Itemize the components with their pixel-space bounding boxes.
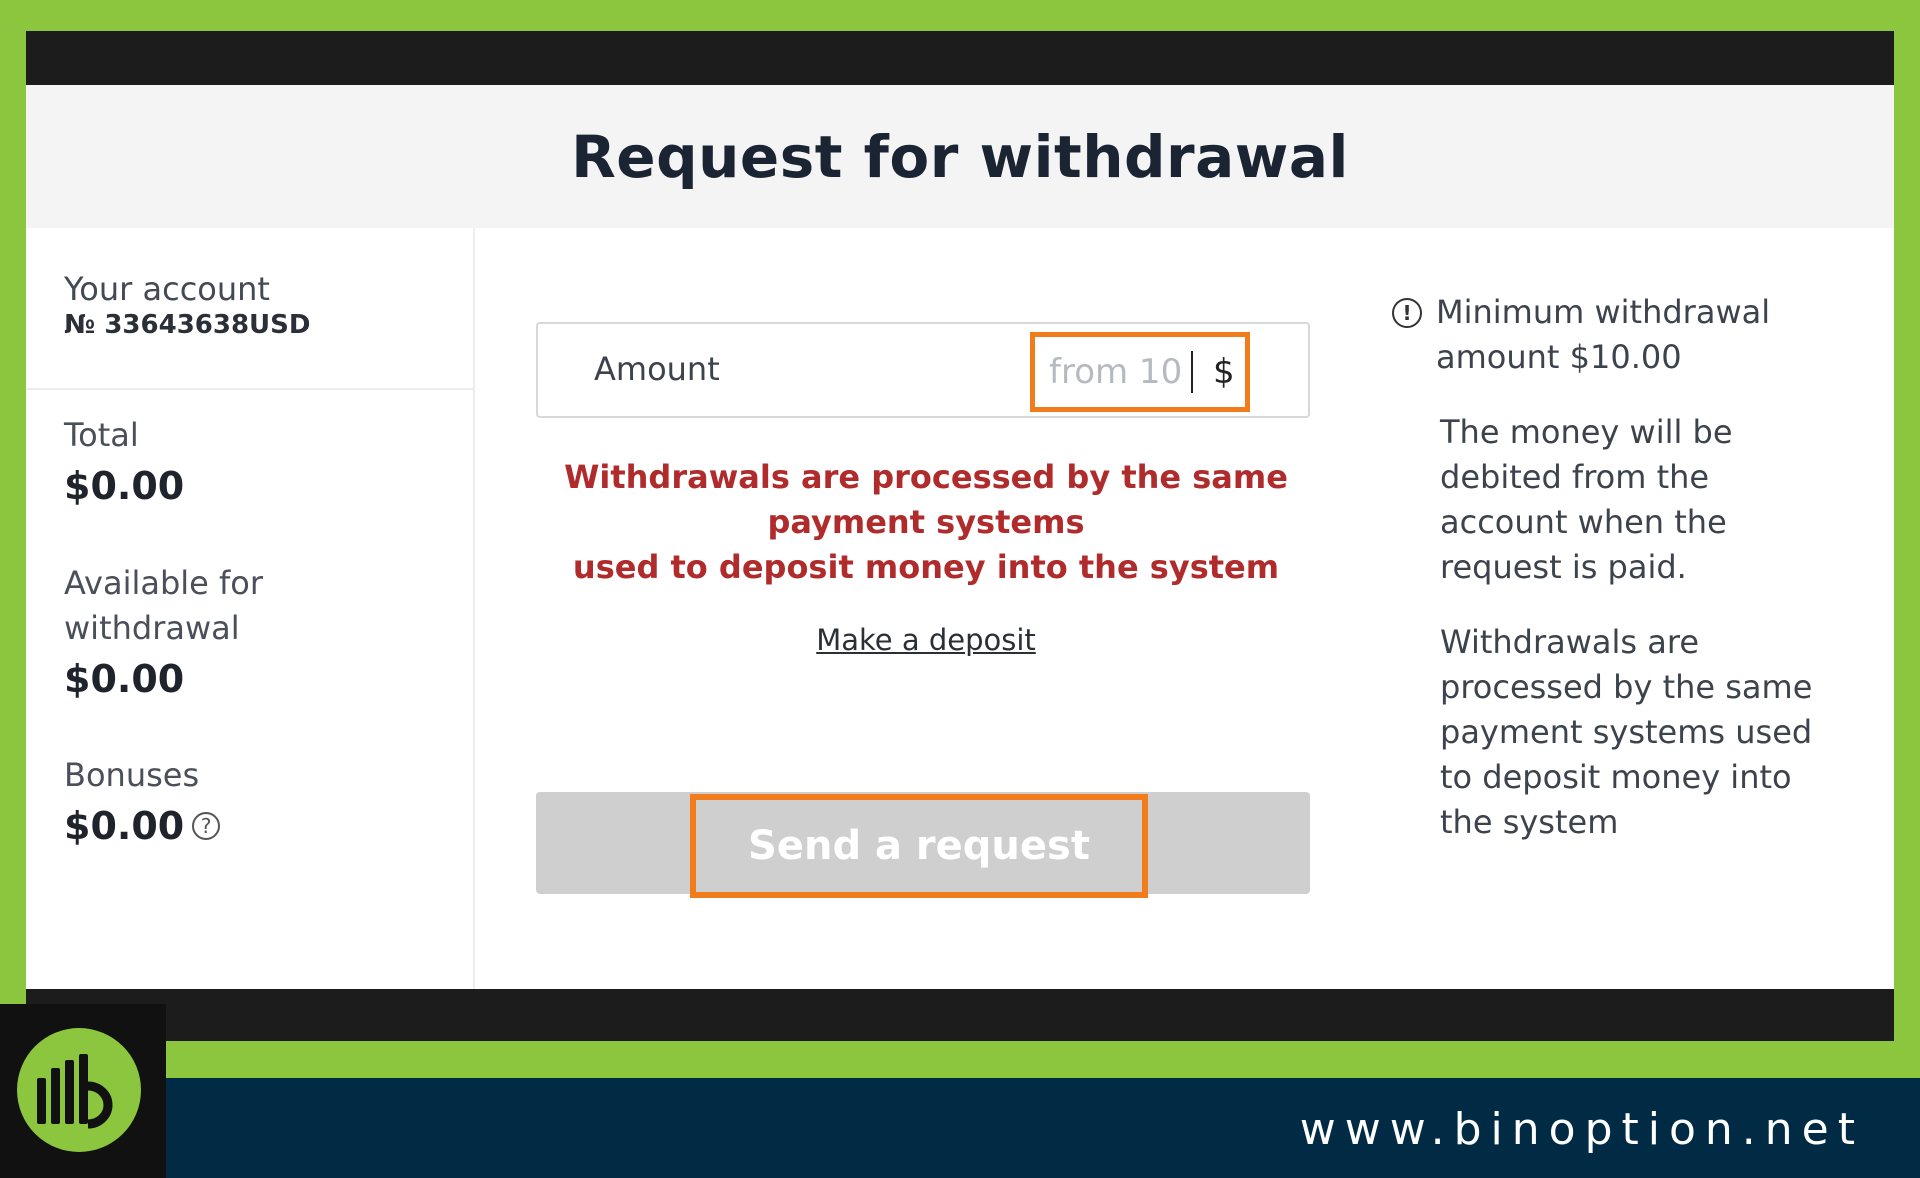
account-number: № 33643638USD <box>64 310 311 340</box>
debit-note: The money will be debited from the accou… <box>1440 410 1832 590</box>
bonuses-value: $0.00 ? <box>64 798 221 854</box>
min-withdrawal-text: Minimum withdrawal amount $10.00 <box>1436 290 1770 380</box>
min-withdrawal-note: ! Minimum withdrawal amount $10.00 <box>1392 290 1832 380</box>
available-stat: Available for withdrawal $0.00 <box>64 561 263 707</box>
available-label-line1: Available for <box>64 564 264 602</box>
bonuses-label: Bonuses <box>64 756 200 794</box>
exclamation-icon: ! <box>1392 298 1422 328</box>
available-label-line2: withdrawal <box>64 609 240 647</box>
total-label: Total <box>64 416 139 454</box>
sidebar-divider <box>26 388 473 390</box>
currency-symbol: $ <box>1213 352 1235 392</box>
amount-input-highlight: $ <box>1030 332 1250 412</box>
panel-header: Request for withdrawal <box>26 85 1894 228</box>
top-black-strip <box>26 31 1894 85</box>
withdrawal-panel: Request for withdrawal Your account № 33… <box>26 85 1894 989</box>
bonuses-stat: Bonuses $0.00 ? <box>64 753 221 854</box>
info-line: the system <box>1440 803 1619 841</box>
account-label: Your account <box>64 270 270 308</box>
text-caret <box>1191 351 1193 393</box>
account-block: Your account № 33643638USD <box>64 270 310 340</box>
info-line: The money will be <box>1440 413 1733 451</box>
total-stat: Total $0.00 <box>64 413 184 514</box>
total-amount: $0.00 <box>64 464 185 508</box>
info-column: ! Minimum withdrawal amount $10.00 The m… <box>1392 290 1832 845</box>
amount-label: Amount <box>594 350 720 388</box>
info-line: processed by the same <box>1440 668 1813 706</box>
info-line: Minimum withdrawal <box>1436 293 1771 331</box>
info-line: Withdrawals are <box>1440 623 1699 661</box>
bottom-black-strip <box>26 989 1894 1041</box>
available-value: $0.00 <box>64 651 263 707</box>
warning-line: payment systems <box>767 503 1085 541</box>
warning-line: used to deposit money into the system <box>572 548 1280 586</box>
send-request-button[interactable]: Send a request <box>690 794 1148 898</box>
amount-field-box: Amount $ <box>536 322 1310 418</box>
available-amount: $0.00 <box>64 657 185 701</box>
payment-system-warning: Withdrawals are processed by the same pa… <box>546 455 1306 590</box>
page-title: Request for withdrawal <box>571 122 1349 191</box>
make-deposit-link[interactable]: Make a deposit <box>546 623 1306 657</box>
binoption-logo-icon <box>17 1028 141 1152</box>
bonuses-amount: $0.00 <box>64 804 185 848</box>
account-sidebar: Your account № 33643638USD Total $0.00 A… <box>26 228 475 989</box>
processing-note: Withdrawals are processed by the same pa… <box>1440 620 1832 845</box>
info-line: payment systems used <box>1440 713 1813 751</box>
total-value: $0.00 <box>64 458 184 514</box>
site-url: www.binoption.net <box>1299 1104 1864 1155</box>
warning-line: Withdrawals are processed by the same <box>564 458 1288 496</box>
info-line: request is paid. <box>1440 548 1687 586</box>
info-line: amount $10.00 <box>1436 338 1682 376</box>
info-line: to deposit money into <box>1440 758 1792 796</box>
info-line: account when the <box>1440 503 1727 541</box>
info-line: debited from the <box>1440 458 1710 496</box>
logo-bars-icon <box>37 1054 113 1129</box>
help-icon[interactable]: ? <box>192 812 221 840</box>
amount-input[interactable] <box>1035 346 1191 398</box>
